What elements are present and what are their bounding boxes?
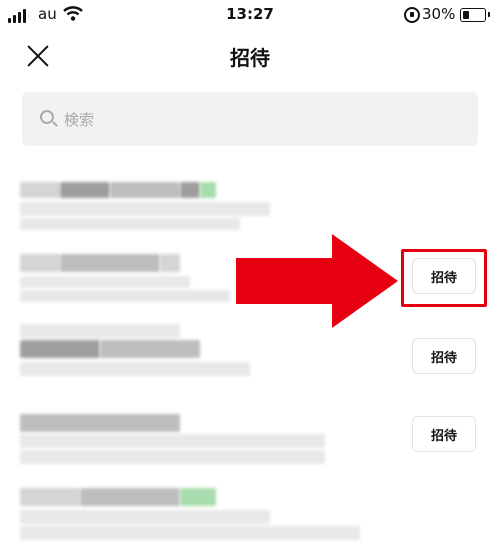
blurred-name [20, 324, 180, 338]
blurred-name [20, 488, 80, 506]
blurred-status [20, 218, 240, 230]
blurred-status [20, 434, 325, 448]
highlight-box [401, 249, 487, 307]
list-item [0, 176, 500, 236]
search-icon [40, 110, 54, 124]
invite-button[interactable]: 招待 [412, 338, 476, 374]
blurred-status [20, 526, 360, 540]
search-input[interactable] [62, 106, 466, 134]
red-arrow-annotation [236, 234, 398, 328]
list-item [0, 484, 500, 560]
battery-tip [488, 12, 490, 17]
blurred-name [180, 182, 200, 198]
blurred-name [20, 182, 60, 198]
list-item: 招待 [0, 412, 500, 474]
blurred-status [20, 202, 270, 216]
blurred-status [20, 276, 190, 288]
rotation-lock-icon [404, 7, 420, 23]
blurred-status [20, 450, 325, 464]
battery-percent: 30% [422, 5, 456, 23]
blurred-name [110, 182, 180, 198]
blurred-name [80, 488, 180, 506]
battery-icon [460, 8, 490, 22]
blurred-name [180, 488, 216, 506]
blurred-name [60, 182, 110, 198]
blurred-name [200, 182, 216, 198]
blurred-name [20, 340, 100, 358]
page-title: 招待 [230, 46, 270, 70]
blurred-name [20, 414, 180, 432]
status-bar: au 13:27 30% [0, 0, 500, 30]
battery-fill [463, 11, 469, 19]
blurred-name [160, 254, 180, 272]
blurred-name [100, 340, 200, 358]
blurred-status [20, 510, 270, 524]
invite-button[interactable]: 招待 [412, 416, 476, 452]
blurred-name [20, 254, 60, 272]
blurred-status [20, 362, 250, 376]
search-bar[interactable] [22, 92, 478, 146]
blurred-status [20, 290, 230, 302]
blurred-name [60, 254, 160, 272]
list-item: 招待 [0, 322, 500, 384]
